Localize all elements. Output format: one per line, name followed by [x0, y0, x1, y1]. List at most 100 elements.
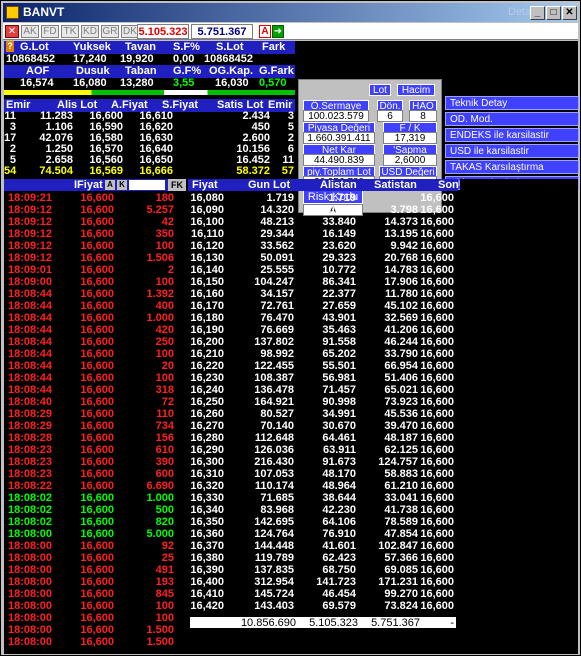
trade-row[interactable]: 18:08:29 16,600 110 — [4, 409, 186, 420]
price-level-row[interactable]: 16,080 1.719 1.719 16,600 — [188, 193, 458, 204]
menu-item[interactable]: ENDEKS ile karsilastir — [445, 128, 579, 142]
trade-row[interactable]: 18:09:00 16,600 100 — [4, 277, 186, 288]
trades-filter-input[interactable] — [129, 180, 165, 190]
trade-row[interactable]: 18:08:02 16,600 820 — [4, 517, 186, 528]
trade-row[interactable]: 18:08:44 16,600 400 — [4, 301, 186, 312]
trade-row[interactable]: 18:08:00 16,600 491 — [4, 565, 186, 576]
price-level-row[interactable]: 16,400 312.954 141.723 171.231 16,600 — [188, 577, 458, 588]
trades-a-button[interactable]: A — [105, 180, 115, 190]
price-level-row[interactable]: 16,100 48.213 33.840 14.373 16,600 — [188, 217, 458, 228]
price-level-row[interactable]: 16,130 50.091 29.323 20.768 16,600 — [188, 253, 458, 264]
price-level-row[interactable]: 16,420 143.403 69.579 73.824 16,600 — [188, 601, 458, 612]
price-level-row[interactable]: 16,120 33.562 23.620 9.942 16,600 — [188, 241, 458, 252]
price-level-row[interactable]: 16,210 98.992 65.202 33.790 16,600 — [188, 349, 458, 360]
toolbar-button-gr[interactable]: GR — [101, 25, 119, 38]
trade-row[interactable]: 18:08:44 16,600 1.392 — [4, 289, 186, 300]
trade-row[interactable]: 18:08:00 16,600 100 — [4, 601, 186, 612]
trade-row[interactable]: 18:09:12 16,600 350 — [4, 229, 186, 240]
lot-button[interactable]: Lot — [369, 84, 391, 96]
price-level-row[interactable]: 16,190 76.669 35.463 41.206 16,600 — [188, 325, 458, 336]
trade-row[interactable]: 18:08:23 16,600 610 — [4, 445, 186, 456]
price-level-cell: 312.954 — [254, 576, 294, 588]
price-level-row[interactable]: 16,410 145.724 46.454 99.270 16,600 — [188, 589, 458, 600]
price-level-row[interactable]: 16,140 25.555 10.772 14.783 16,600 — [188, 265, 458, 276]
menu-item[interactable]: OD. Mod. — [445, 112, 579, 126]
menu-item[interactable]: TAKAS Karsılaştırma — [445, 160, 579, 174]
menu-item[interactable]: USD ile karsilastir — [445, 144, 579, 158]
price-level-row[interactable]: 16,370 144.448 41.601 102.847 16,600 — [188, 541, 458, 552]
price-level-row[interactable]: 16,170 72.761 27.659 45.102 16,600 — [188, 301, 458, 312]
trade-row[interactable]: 18:08:00 16,600 1.500 — [4, 637, 186, 648]
trade-row[interactable]: 18:08:02 16,600 500 — [4, 505, 186, 516]
hacim-button[interactable]: Hacim — [397, 84, 435, 96]
price-level-row[interactable]: 16,340 83.968 42.230 41.738 16,600 — [188, 505, 458, 516]
help-icon[interactable]: ? — [6, 41, 14, 52]
trade-row[interactable]: 18:08:44 16,600 20 — [4, 361, 186, 372]
depth-total-row[interactable]: 54 74.504 16,569 16,666 58.372 57 — [4, 166, 295, 177]
trade-row[interactable]: 18:09:12 16,600 100 — [4, 241, 186, 252]
trade-row[interactable]: 18:08:00 16,600 1.500 — [4, 625, 186, 636]
trade-row[interactable]: 18:08:22 16,600 6.690 — [4, 481, 186, 492]
trade-row[interactable]: 18:08:02 16,600 1.000 — [4, 493, 186, 504]
trade-row[interactable]: 18:08:44 16,600 420 — [4, 325, 186, 336]
trade-row[interactable]: 18:08:44 16,600 100 — [4, 373, 186, 384]
trade-row[interactable]: 18:08:44 16,600 1.000 — [4, 313, 186, 324]
price-level-row[interactable]: 16,290 126.036 63.911 62.125 16,600 — [188, 445, 458, 456]
price-level-row[interactable]: 16,300 216.430 91.673 124.757 16,600 — [188, 457, 458, 468]
trade-row[interactable]: 18:08:28 16,600 156 — [4, 433, 186, 444]
maximize-button[interactable]: □ — [546, 6, 561, 20]
trade-row[interactable]: 18:09:12 16,600 5.257 — [4, 205, 186, 216]
price-level-row[interactable]: 16,240 136.478 71.457 65.021 16,600 — [188, 385, 458, 396]
price-level-row[interactable]: 16,110 29.344 16.149 13.195 16,600 — [188, 229, 458, 240]
trade-row[interactable]: 18:08:44 16,600 250 — [4, 337, 186, 348]
trade-row[interactable]: 18:08:00 16,600 5.000 — [4, 529, 186, 540]
price-level-row[interactable]: 16,270 70.140 30.670 39.470 16,600 — [188, 421, 458, 432]
price-level-row[interactable]: 16,220 122.455 55.501 66.954 16,600 — [188, 361, 458, 372]
toolbar-button-tk[interactable]: TK — [61, 25, 79, 38]
trade-row[interactable]: 18:08:00 16,600 845 — [4, 589, 186, 600]
trade-row[interactable]: 18:09:01 16,600 2 — [4, 265, 186, 276]
price-level-row[interactable]: 16,380 119.789 62.423 57.366 16,600 — [188, 553, 458, 564]
price-level-row[interactable]: 16,090 14.320 10.522 3.798 16,600 — [188, 205, 458, 216]
toolbar-button-kd[interactable]: KD — [81, 25, 99, 38]
trade-row[interactable]: 18:08:23 16,600 390 — [4, 457, 186, 468]
price-level-row[interactable]: 16,230 108.387 56.981 51.406 16,600 — [188, 373, 458, 384]
trade-row[interactable]: 18:08:00 16,600 100 — [4, 613, 186, 624]
price-level-row[interactable]: 16,280 112.648 64.461 48.187 16,600 — [188, 433, 458, 444]
trades-fk-button[interactable]: FK — [168, 179, 186, 191]
trade-lot: 110 — [156, 408, 174, 420]
trade-row[interactable]: 18:09:12 16,600 42 — [4, 217, 186, 228]
price-level-row[interactable]: 16,160 34.157 22.377 11.780 16,600 — [188, 289, 458, 300]
trade-row[interactable]: 18:09:21 16,600 180 — [4, 193, 186, 204]
toolbar-button-ak[interactable]: AK — [21, 25, 39, 38]
price-level-row[interactable]: 16,180 76.470 43.901 32.569 16,600 — [188, 313, 458, 324]
trade-row[interactable]: 18:08:23 16,600 600 — [4, 469, 186, 480]
toolbar-button-fd[interactable]: FD — [41, 25, 59, 38]
price-level-row[interactable]: 16,350 142.695 64.106 78.589 16,600 — [188, 517, 458, 528]
price-level-row[interactable]: 16,330 71.685 38.644 33.041 16,600 — [188, 493, 458, 504]
close-button[interactable]: ✕ — [562, 6, 577, 20]
trade-row[interactable]: 18:08:00 16,600 25 — [4, 553, 186, 564]
trade-row[interactable]: 18:08:44 16,600 100 — [4, 349, 186, 360]
trade-row[interactable]: 18:08:29 16,600 734 — [4, 421, 186, 432]
minimize-button[interactable]: _ — [530, 6, 545, 20]
trades-k-button[interactable]: K — [117, 180, 127, 190]
price-level-row[interactable]: 16,200 137.802 91.558 46.244 16,600 — [188, 337, 458, 348]
trade-row[interactable]: 18:08:40 16,600 72 — [4, 397, 186, 408]
a-button[interactable]: A — [259, 25, 271, 38]
export-icon[interactable]: ➜ — [272, 25, 284, 38]
trade-row[interactable]: 18:08:00 16,600 193 — [4, 577, 186, 588]
trade-row[interactable]: 18:08:00 16,600 92 — [4, 541, 186, 552]
price-level-row[interactable]: 16,260 80.527 34.991 45.536 16,600 — [188, 409, 458, 420]
close-icon[interactable]: ✕ — [5, 25, 19, 38]
menu-item[interactable]: Teknik Detay — [445, 96, 579, 110]
price-level-row[interactable]: 16,310 107.053 48.170 58.883 16,600 — [188, 469, 458, 480]
price-level-row[interactable]: 16,150 104.247 86.341 17.906 16,600 — [188, 277, 458, 288]
title-bar[interactable]: BANVT Detay _ □ ✕ — [3, 3, 578, 22]
price-level-row[interactable]: 16,320 110.174 48.964 61.210 16,600 — [188, 481, 458, 492]
price-level-row[interactable]: 16,390 137.835 68.750 69.085 16,600 — [188, 565, 458, 576]
trade-row[interactable]: 18:09:12 16,600 1.506 — [4, 253, 186, 264]
trade-row[interactable]: 18:08:44 16,600 318 — [4, 385, 186, 396]
price-level-row[interactable]: 16,250 164.921 90.998 73.923 16,600 — [188, 397, 458, 408]
price-level-row[interactable]: 16,360 124.764 76.910 47.854 16,600 — [188, 529, 458, 540]
